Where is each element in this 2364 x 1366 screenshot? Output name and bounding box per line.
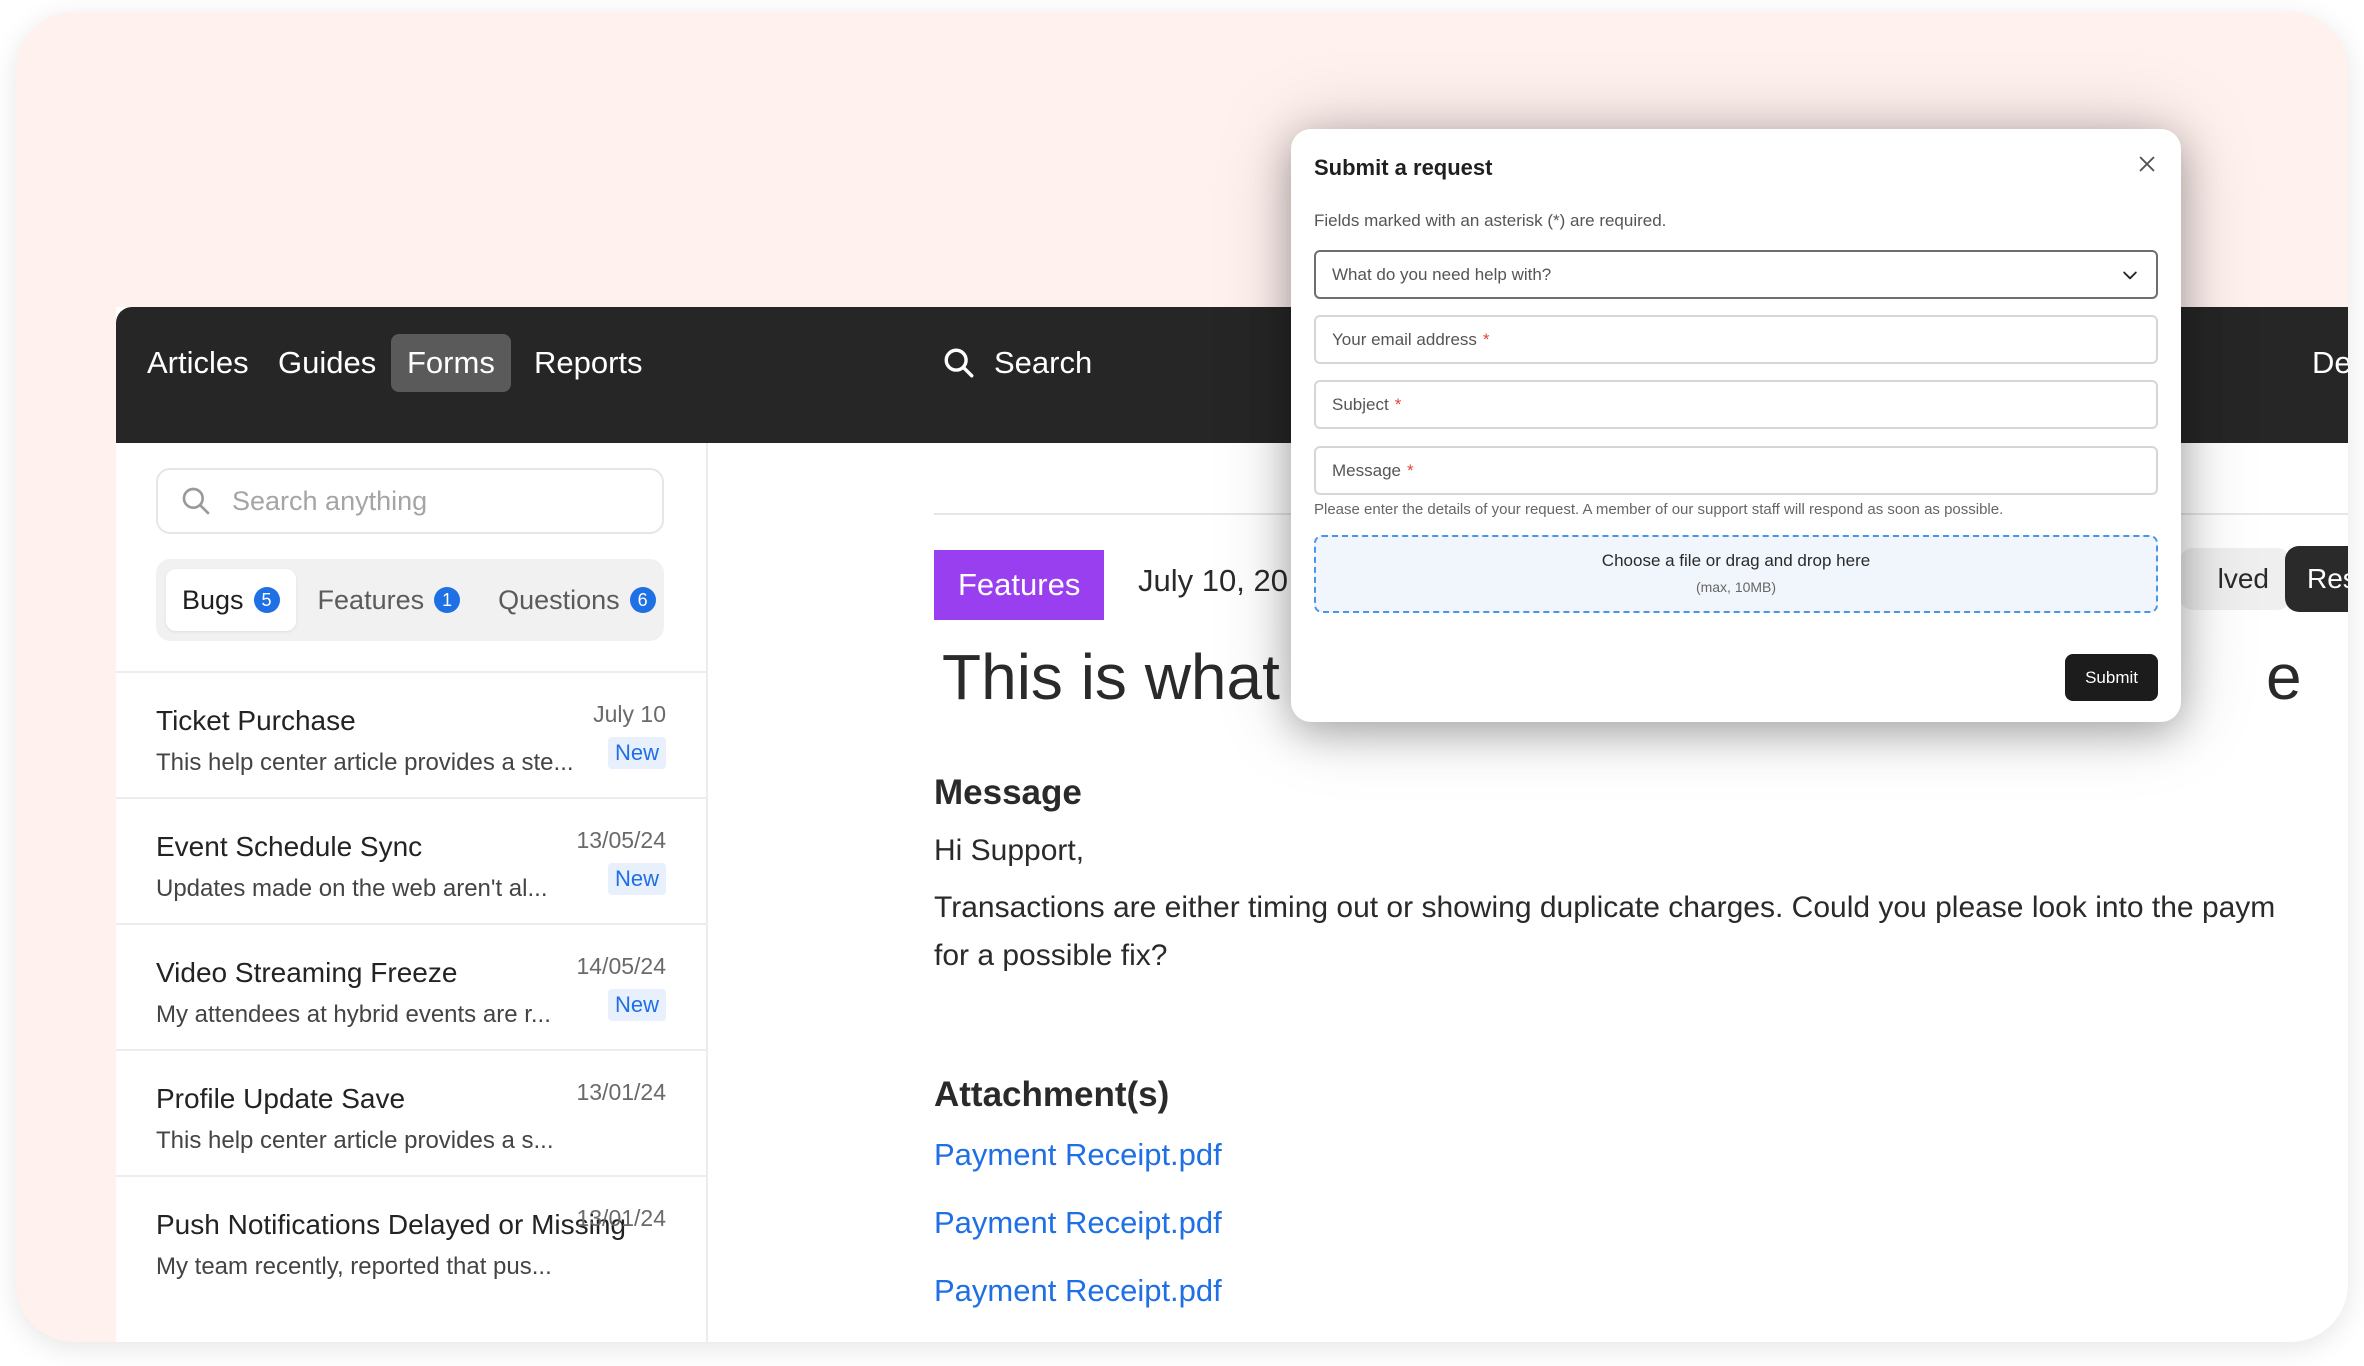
tab-features[interactable]: Features 1 bbox=[302, 569, 477, 631]
nav-item-partial[interactable]: Des bbox=[2296, 334, 2348, 392]
message-body-line: Transactions are either timing out or sh… bbox=[934, 891, 2276, 924]
new-badge: New bbox=[607, 989, 666, 1021]
required-asterisk: * bbox=[1406, 460, 1414, 480]
headline-trailing: e bbox=[2266, 641, 2302, 713]
modal-title: Submit a request bbox=[1314, 155, 1493, 180]
nav-search[interactable]: Search bbox=[926, 334, 1108, 392]
category-tag: Features bbox=[934, 550, 1105, 620]
ticket-title: Profile Update Save bbox=[156, 1083, 406, 1114]
required-asterisk: * bbox=[1482, 329, 1490, 349]
ticket-item[interactable]: Profile Update Save This help center art… bbox=[116, 1049, 706, 1175]
count-badge: 5 bbox=[253, 587, 280, 613]
nav-item-articles[interactable]: Articles bbox=[131, 334, 265, 392]
message-body-line: for a possible fix? bbox=[934, 939, 1168, 972]
category-tabs: Bugs 5 Features 1 Questions 6 bbox=[156, 559, 664, 641]
tab-questions[interactable]: Questions 6 bbox=[482, 569, 672, 631]
chevron-down-icon bbox=[2123, 271, 2137, 280]
tab-label: Features bbox=[317, 584, 425, 615]
search-icon bbox=[944, 348, 974, 378]
subject-field[interactable]: Subject * bbox=[1314, 380, 2158, 429]
field-placeholder: Subject bbox=[1332, 394, 1389, 414]
attachment-link[interactable]: Payment Receipt.pdf bbox=[934, 1205, 1222, 1241]
help-topic-select[interactable]: What do you need help with? bbox=[1314, 250, 2158, 299]
message-heading: Message bbox=[934, 773, 1082, 812]
ticket-snippet: This help center article provides a ste.… bbox=[156, 749, 574, 776]
ticket-item[interactable]: Ticket Purchase This help center article… bbox=[116, 671, 706, 797]
nav-item-forms[interactable]: Forms bbox=[391, 334, 511, 392]
attachment-link[interactable]: Payment Receipt.pdf bbox=[934, 1137, 1222, 1173]
field-placeholder: Your email address bbox=[1332, 329, 1477, 349]
ticket-snippet: Updates made on the web aren't al... bbox=[156, 875, 548, 902]
ticket-date: July 10 bbox=[593, 701, 666, 727]
ticket-snippet: This help center article provides a s... bbox=[156, 1127, 554, 1154]
tab-label: Questions bbox=[498, 584, 620, 615]
status-badge[interactable]: lved bbox=[2179, 548, 2291, 610]
sidebar-search[interactable] bbox=[156, 468, 664, 534]
nav-item-guides[interactable]: Guides bbox=[262, 334, 392, 392]
new-badge: New bbox=[607, 737, 666, 769]
attachments-heading: Attachment(s) bbox=[934, 1075, 1170, 1114]
ticket-snippet: My attendees at hybrid events are r... bbox=[156, 1001, 551, 1028]
ticket-headline: This is what bbox=[942, 640, 1280, 714]
dropzone-limit: (max, 10MB) bbox=[1695, 579, 1777, 595]
ticket-title: Video Streaming Freeze bbox=[156, 957, 458, 988]
ticket-item[interactable]: Event Schedule Sync Updates made on the … bbox=[116, 797, 706, 923]
ticket-date: 13/01/24 bbox=[576, 1079, 666, 1105]
file-dropzone[interactable]: Choose a file or drag and drop here (max… bbox=[1314, 535, 2158, 613]
select-placeholder: What do you need help with? bbox=[1332, 264, 1552, 284]
nav-item-reports[interactable]: Reports bbox=[518, 334, 659, 392]
message-greeting: Hi Support, bbox=[934, 834, 1085, 867]
headline-text: This is what bbox=[942, 641, 1280, 713]
close-icon[interactable] bbox=[2136, 153, 2158, 175]
ticket-item[interactable]: Video Streaming Freeze My attendees at h… bbox=[116, 923, 706, 1049]
ticket-list: Ticket Purchase This help center article… bbox=[116, 671, 706, 1301]
submit-request-modal: Submit a request Fields marked with an a… bbox=[1291, 129, 2181, 722]
ticket-date: 13/05/24 bbox=[576, 827, 666, 853]
required-asterisk: * bbox=[1394, 394, 1402, 414]
count-badge: 6 bbox=[629, 587, 656, 613]
ticket-sidebar: Bugs 5 Features 1 Questions 6 Ticket Pur… bbox=[116, 443, 708, 1342]
sidebar-search-input[interactable] bbox=[230, 484, 614, 518]
field-placeholder: Message bbox=[1332, 460, 1401, 480]
ticket-date: 13/01/24 bbox=[576, 1205, 666, 1231]
new-badge: New bbox=[607, 863, 666, 895]
ticket-snippet: My team recently, reported that pus... bbox=[156, 1253, 552, 1280]
ticket-title: Ticket Purchase bbox=[156, 705, 356, 736]
ticket-title: Event Schedule Sync bbox=[156, 831, 423, 862]
message-field[interactable]: Message * bbox=[1314, 446, 2158, 495]
search-icon bbox=[182, 487, 210, 515]
tab-bugs[interactable]: Bugs 5 bbox=[166, 569, 296, 631]
count-badge: 1 bbox=[434, 587, 461, 613]
attachment-link[interactable]: Payment Receipt.pdf bbox=[934, 1273, 1222, 1309]
submit-button[interactable]: Submit bbox=[2065, 654, 2158, 701]
message-help-text: Please enter the details of your request… bbox=[1314, 501, 2004, 518]
ticket-date: 14/05/24 bbox=[576, 953, 666, 979]
dropzone-label: Choose a file or drag and drop here bbox=[1601, 551, 1871, 570]
page-background: Articles Guides Forms Reports Search De s… bbox=[16, 12, 2348, 1342]
ticket-title: Push Notifications Delayed or Missing bbox=[156, 1209, 626, 1240]
respond-button[interactable]: Resp bbox=[2285, 546, 2348, 612]
tab-label: Bugs bbox=[182, 584, 244, 615]
ticket-item[interactable]: Push Notifications Delayed or Missing My… bbox=[116, 1175, 706, 1301]
nav-search-label: Search bbox=[994, 345, 1093, 380]
email-field[interactable]: Your email address * bbox=[1314, 315, 2158, 364]
required-note: Fields marked with an asterisk (*) are r… bbox=[1314, 211, 1667, 230]
ticket-date: July 10, 20 bbox=[1138, 563, 1288, 598]
